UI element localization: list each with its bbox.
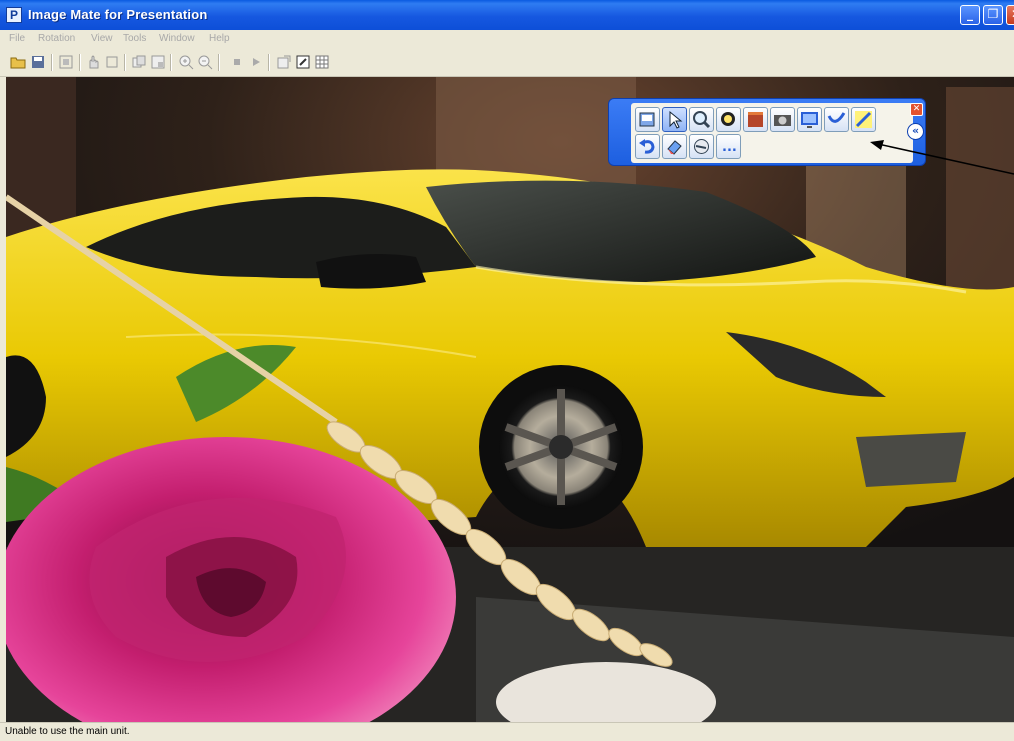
grid-icon[interactable] <box>314 54 330 70</box>
window-title: Image Mate for Presentation <box>28 7 208 22</box>
curtain-icon[interactable] <box>743 107 768 132</box>
spotlight-icon[interactable] <box>716 107 741 132</box>
app-icon: P <box>6 7 22 23</box>
camera-image <box>6 77 1014 722</box>
status-text: Unable to use the main unit. <box>5 726 130 737</box>
open-folder-icon[interactable] <box>10 54 26 70</box>
menu-file[interactable]: File <box>9 33 25 44</box>
palette-close-button[interactable]: ✕ <box>910 103 923 116</box>
pip-icon[interactable] <box>150 54 166 70</box>
freeze-icon[interactable] <box>58 54 74 70</box>
more-label: ... <box>722 140 737 155</box>
eraser-icon[interactable] <box>662 134 687 159</box>
status-bar: Unable to use the main unit. <box>0 722 1014 741</box>
hand-icon[interactable] <box>86 54 102 70</box>
toolbar-separator <box>79 54 81 71</box>
clear-icon[interactable] <box>689 134 714 159</box>
toolbar <box>0 50 1014 77</box>
zoom-out-icon[interactable] <box>197 54 213 70</box>
toolbar-separator <box>124 54 126 71</box>
edit-icon[interactable] <box>295 54 311 70</box>
camera-icon[interactable] <box>770 107 795 132</box>
undo-icon[interactable] <box>635 134 660 159</box>
pen-icon[interactable] <box>824 107 849 132</box>
menu-help[interactable]: Help <box>209 33 230 44</box>
highlighter-icon[interactable] <box>851 107 876 132</box>
save-icon[interactable] <box>30 54 46 70</box>
more-icon[interactable]: ... <box>716 134 741 159</box>
rectangle-icon[interactable] <box>104 54 120 70</box>
pointer-icon[interactable] <box>662 107 687 132</box>
menu-bar: File Rotation View Tools Window Help <box>0 30 1014 50</box>
menu-rotation[interactable]: Rotation <box>38 33 75 44</box>
menu-window[interactable]: Window <box>159 33 195 44</box>
menu-view[interactable]: View <box>91 33 113 44</box>
capture-icon[interactable] <box>276 54 292 70</box>
annotation-arrow <box>870 140 1014 175</box>
title-bar[interactable]: P Image Mate for Presentation _ ❐ ✕ <box>0 0 1014 30</box>
stop-icon[interactable] <box>229 54 245 70</box>
restore-button[interactable]: ❐ <box>983 5 1003 25</box>
screen-capture-icon[interactable] <box>797 107 822 132</box>
close-button[interactable]: ✕ <box>1006 5 1014 25</box>
zoom-in-icon[interactable] <box>178 54 194 70</box>
magnifier-icon[interactable] <box>689 107 714 132</box>
toolbar-separator <box>218 54 220 71</box>
open-image-icon[interactable] <box>635 107 660 132</box>
menu-tools[interactable]: Tools <box>123 33 146 44</box>
play-icon[interactable] <box>248 54 264 70</box>
compare-icon[interactable] <box>131 54 147 70</box>
toolbar-separator <box>268 54 270 71</box>
toolbar-separator <box>51 54 53 71</box>
minimize-button[interactable]: _ <box>960 5 980 25</box>
toolbar-separator <box>170 54 172 71</box>
live-image-view[interactable] <box>6 77 1014 722</box>
